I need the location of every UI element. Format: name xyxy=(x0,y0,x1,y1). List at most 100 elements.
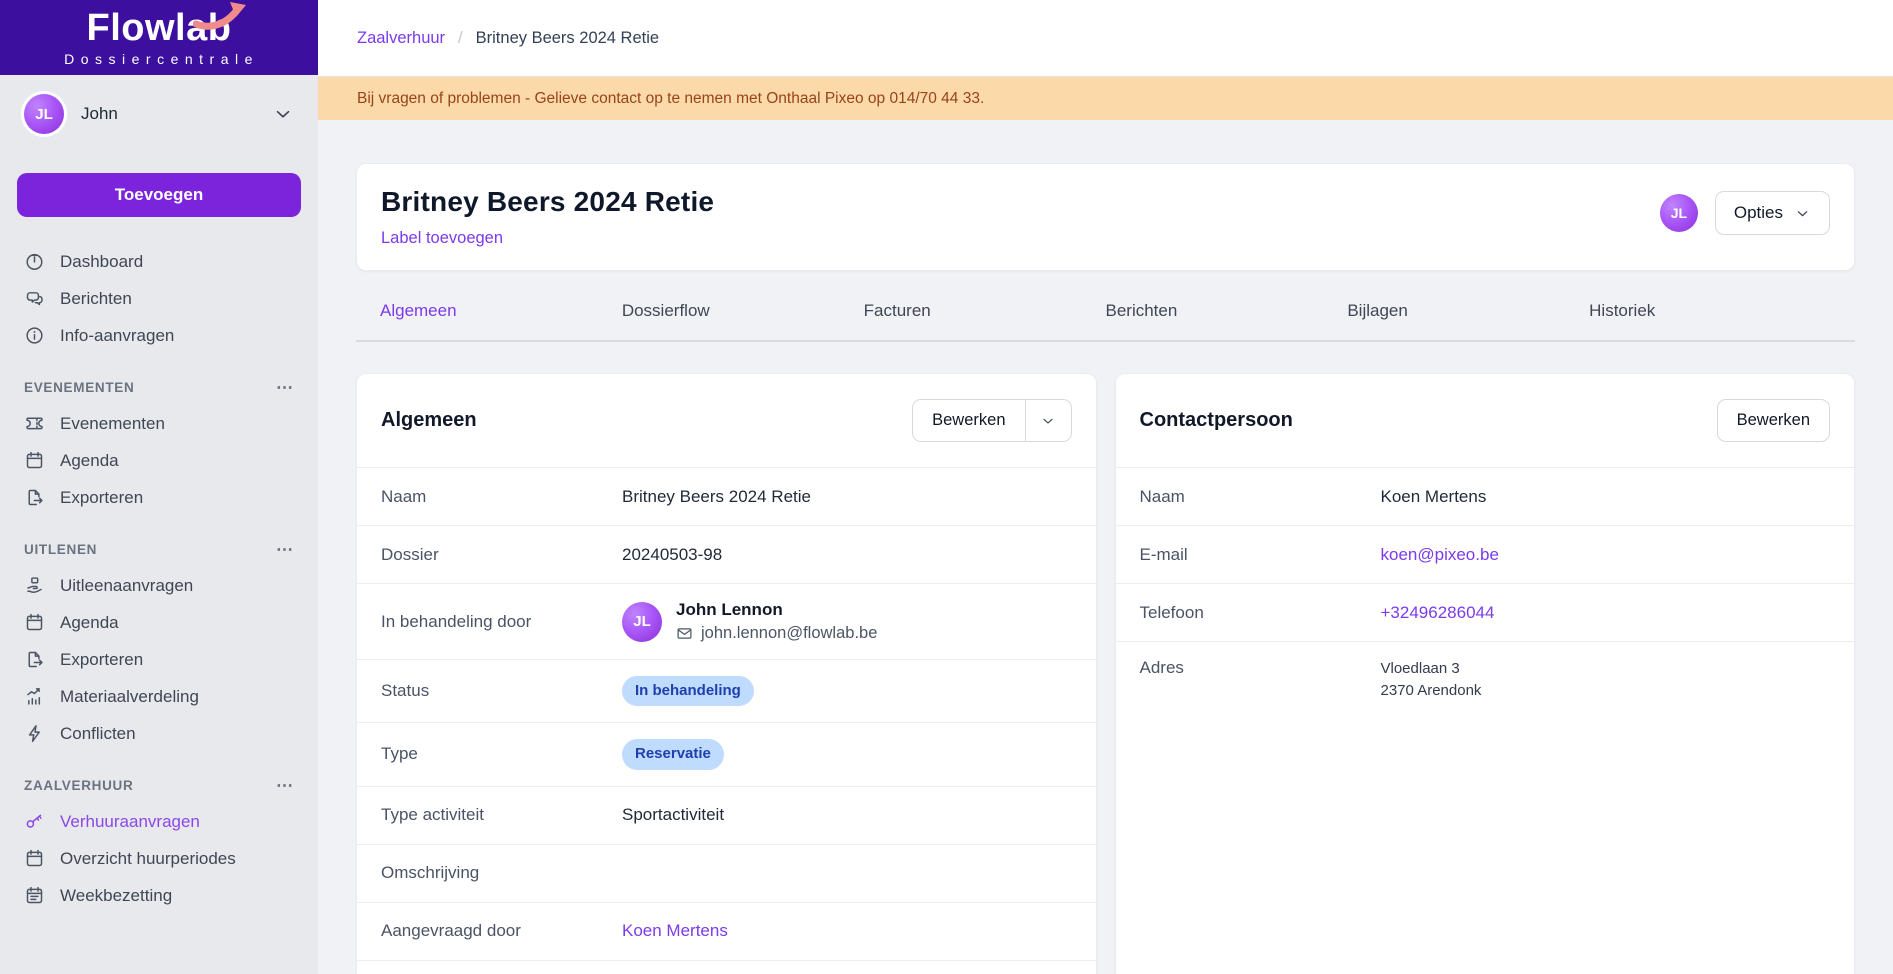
user-menu[interactable]: JL John xyxy=(0,75,318,147)
brand-tagline: Dossiercentrale xyxy=(59,51,259,67)
breadcrumb: Zaalverhuur / Britney Beers 2024 Retie xyxy=(357,29,659,48)
breadcrumb-separator: / xyxy=(458,29,463,48)
notice-banner-text: Bij vragen of problemen - Gelieve contac… xyxy=(357,90,984,108)
chat-icon xyxy=(24,288,45,309)
user-avatar: JL xyxy=(24,94,64,134)
chevron-down-icon xyxy=(1794,205,1811,222)
tab-berichten[interactable]: Berichten xyxy=(1105,284,1347,340)
section-menu-button[interactable]: ⋯ xyxy=(276,777,294,794)
sidebar-item-exporteren[interactable]: Exporteren xyxy=(0,641,318,678)
page-title: Britney Beers 2024 Retie xyxy=(381,186,714,218)
algemeen-rows: NaamBritney Beers 2024 RetieDossier20240… xyxy=(357,467,1096,960)
tab-algemeen[interactable]: Algemeen xyxy=(380,284,622,340)
calendar-icon xyxy=(24,612,45,633)
sidebar-item-uitleenaanvragen[interactable]: Uitleenaanvragen xyxy=(0,567,318,604)
field-row-e-mail: E-mailkoen@pixeo.be xyxy=(1116,525,1855,583)
row-divider xyxy=(357,960,1096,974)
assignee-cell: JLJohn Lennonjohn.lennon@flowlab.be xyxy=(622,600,877,643)
field-label: Omschrijving xyxy=(381,863,622,883)
tab-dossierflow[interactable]: Dossierflow xyxy=(622,284,864,340)
sidebar-item-weekbezetting[interactable]: Weekbezetting xyxy=(0,877,318,914)
field-value-link[interactable]: Koen Mertens xyxy=(622,921,728,941)
chevron-down-icon xyxy=(1040,413,1056,429)
options-button[interactable]: Opties xyxy=(1715,191,1830,235)
logo-arrow-icon xyxy=(193,1,247,31)
field-value: 20240503-98 xyxy=(622,545,722,565)
sidebar-item-label: Exporteren xyxy=(60,488,143,508)
field-row-type-activiteit: Type activiteitSportactiviteit xyxy=(357,786,1096,844)
tab-historiek[interactable]: Historiek xyxy=(1589,284,1831,340)
field-row-omschrijving: Omschrijving xyxy=(357,844,1096,902)
sidebar-item-label: Dashboard xyxy=(60,252,143,272)
field-row-naam: NaamKoen Mertens xyxy=(1116,467,1855,525)
sidebar-item-label: Weekbezetting xyxy=(60,886,172,906)
detail-cards: Algemeen Bewerken NaamBritney Beers 2024… xyxy=(356,373,1855,974)
brand-name: Flowlab xyxy=(87,9,232,47)
field-value: Britney Beers 2024 Retie xyxy=(622,487,811,507)
info-icon xyxy=(24,325,45,346)
sidebar-item-agenda[interactable]: Agenda xyxy=(0,604,318,641)
chevron-down-icon[interactable] xyxy=(272,103,294,125)
sidebar-nav-top: Dashboard Berichten Info-aanvragen xyxy=(0,229,318,354)
sidebar-item-label: Materiaalverdeling xyxy=(60,687,199,707)
contact-rows: NaamKoen MertensE-mailkoen@pixeo.beTelef… xyxy=(1116,467,1855,718)
field-value-link[interactable]: koen@pixeo.be xyxy=(1381,545,1499,565)
sidebar-item-label: Uitleenaanvragen xyxy=(60,576,193,596)
field-row-aangevraagd-door: Aangevraagd doorKoen Mertens xyxy=(357,902,1096,960)
calendar-icon xyxy=(24,848,45,869)
sidebar-item-materiaalverdeling[interactable]: Materiaalverdeling xyxy=(0,678,318,715)
notice-banner: Bij vragen of problemen - Gelieve contac… xyxy=(318,77,1893,120)
chart-icon xyxy=(24,686,45,707)
field-value-link[interactable]: +32496286044 xyxy=(1381,603,1495,623)
field-value: Sportactiviteit xyxy=(622,805,724,825)
section-menu-button[interactable]: ⋯ xyxy=(276,541,294,558)
dossier-header-card: Britney Beers 2024 Retie Label toevoegen… xyxy=(356,163,1855,271)
sidebar-item-conflicten[interactable]: Conflicten xyxy=(0,715,318,752)
field-label: Telefoon xyxy=(1140,603,1381,623)
user-name: John xyxy=(81,104,255,124)
add-button[interactable]: Toevoegen xyxy=(17,173,301,217)
edit-button[interactable]: Bewerken xyxy=(913,400,1024,441)
field-label: Naam xyxy=(381,487,622,507)
main-area: Zaalverhuur / Britney Beers 2024 Retie B… xyxy=(318,0,1893,974)
sidebar-item-evenementen[interactable]: Evenementen xyxy=(0,405,318,442)
sidebar-item-exporteren[interactable]: Exporteren xyxy=(0,479,318,516)
sidebar-item-label: Agenda xyxy=(60,451,119,471)
assignee-avatar: JL xyxy=(622,602,662,642)
status-badge: In behandeling xyxy=(622,676,754,706)
sidebar-section-uitlenen: UITLENEN⋯ xyxy=(0,516,318,567)
field-row-status: StatusIn behandeling xyxy=(357,659,1096,722)
sidebar-item-info-aanvragen[interactable]: Info-aanvragen xyxy=(0,317,318,354)
sidebar-item-dashboard[interactable]: Dashboard xyxy=(0,243,318,280)
sidebar-item-label: Evenementen xyxy=(60,414,165,434)
export-icon xyxy=(24,649,45,670)
breadcrumb-parent-link[interactable]: Zaalverhuur xyxy=(357,29,445,48)
dossier-header-left: Britney Beers 2024 Retie Label toevoegen xyxy=(381,186,714,248)
sidebar-item-label: Conflicten xyxy=(60,724,136,744)
field-row-type: TypeReservatie xyxy=(357,722,1096,785)
add-label-link[interactable]: Label toevoegen xyxy=(381,229,503,248)
field-row-telefoon: Telefoon+32496286044 xyxy=(1116,583,1855,641)
sidebar-item-verhuuraanvragen[interactable]: Verhuuraanvragen xyxy=(0,803,318,840)
sidebar-item-agenda[interactable]: Agenda xyxy=(0,442,318,479)
calendar-grid-icon xyxy=(24,885,45,906)
breadcrumb-current: Britney Beers 2024 Retie xyxy=(476,29,659,48)
field-label: Type activiteit xyxy=(381,805,622,825)
section-menu-button[interactable]: ⋯ xyxy=(276,379,294,396)
sidebar-section-label: ZAALVERHUUR xyxy=(24,778,133,793)
sidebar-item-label: Info-aanvragen xyxy=(60,326,174,346)
edit-dropdown-button[interactable] xyxy=(1025,400,1071,441)
sidebar-item-overzicht-huurperiodes[interactable]: Overzicht huurperiodes xyxy=(0,840,318,877)
key-icon xyxy=(24,811,45,832)
tab-bijlagen[interactable]: Bijlagen xyxy=(1347,284,1589,340)
app-root: Flowlab Dossiercentrale JL John Toevoege… xyxy=(0,0,1893,974)
algemeen-card-header: Algemeen Bewerken xyxy=(357,374,1096,467)
field-label: E-mail xyxy=(1140,545,1381,565)
assignee-avatar: JL xyxy=(1660,194,1698,232)
sidebar-item-berichten[interactable]: Berichten xyxy=(0,280,318,317)
sidebar-section-label: EVENEMENTEN xyxy=(24,380,134,395)
edit-split-button: Bewerken xyxy=(912,399,1071,442)
tab-facturen[interactable]: Facturen xyxy=(864,284,1106,340)
assignee-email: john.lennon@flowlab.be xyxy=(676,624,877,643)
edit-button[interactable]: Bewerken xyxy=(1717,399,1830,442)
